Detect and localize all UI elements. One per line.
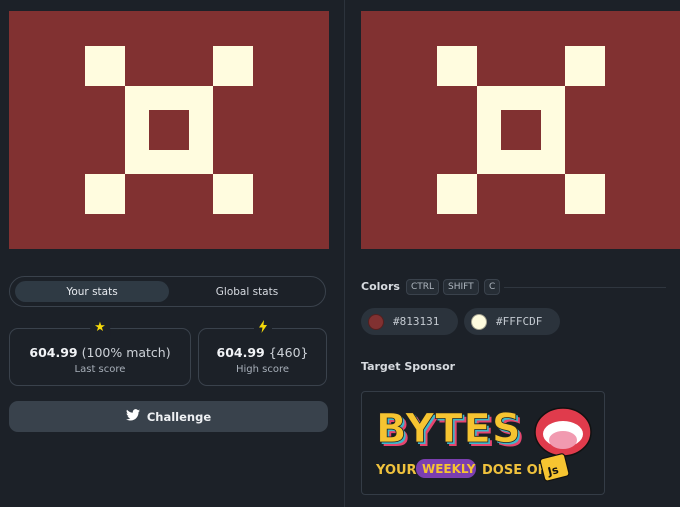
high-score-card: 604.99 {460} High score — [198, 320, 327, 386]
corner-square-bottom-right — [213, 174, 253, 214]
svg-text:WEEKLY: WEEKLY — [422, 462, 476, 476]
bytes-logo: BYTES BYTES BYTES YOUR WEEKLY DOSE OF Js — [375, 406, 592, 482]
lightning-icon — [253, 320, 272, 338]
twitter-icon — [125, 409, 140, 424]
corner-square-top-right — [565, 46, 605, 86]
challenge-button[interactable]: Challenge — [9, 401, 328, 432]
high-score-caption: High score — [235, 364, 290, 375]
colors-heading: Colors — [361, 280, 400, 293]
target-image — [361, 11, 680, 249]
svg-text:DOSE OF: DOSE OF — [482, 463, 547, 478]
swatch-dot — [368, 313, 384, 330]
corner-square-bottom-right — [565, 174, 605, 214]
high-score-value: 604.99 {460} — [216, 345, 309, 360]
corner-square-top-left — [437, 46, 477, 86]
svg-text:YOUR: YOUR — [375, 463, 417, 478]
shortcut-key-c: C — [484, 279, 501, 295]
shortcut-key-ctrl: CTRL — [406, 279, 440, 295]
colors-divider — [504, 287, 666, 288]
last-score-caption: Last score — [74, 364, 126, 375]
color-swatch-red[interactable]: #813131 — [361, 308, 458, 335]
output-preview — [9, 11, 329, 249]
sponsor-heading: Target Sponsor — [361, 360, 456, 373]
challenge-label: Challenge — [146, 409, 212, 424]
center-hole — [501, 110, 541, 150]
star-icon: ★ — [90, 320, 110, 336]
corner-square-bottom-left — [85, 174, 125, 214]
svg-text:BYTES: BYTES — [376, 406, 522, 452]
shortcut-key-shift: SHIFT — [443, 279, 479, 295]
panel-divider — [344, 0, 345, 507]
tab-global-stats[interactable]: Global stats — [172, 281, 322, 302]
swatch-hex: #813131 — [393, 315, 440, 328]
stats-tabs: Your stats Global stats — [9, 276, 326, 307]
corner-square-bottom-left — [437, 174, 477, 214]
corner-square-top-right — [213, 46, 253, 86]
color-swatch-cream[interactable]: #FFFCDF — [464, 308, 560, 335]
center-hole — [149, 110, 189, 150]
tab-your-stats[interactable]: Your stats — [15, 281, 169, 302]
swatch-hex: #FFFCDF — [496, 315, 543, 328]
last-score-card: ★ 604.99 (100% match) Last score — [9, 320, 191, 386]
swatch-dot — [471, 313, 487, 330]
last-score-value: 604.99 (100% match) — [29, 345, 171, 360]
corner-square-top-left — [85, 46, 125, 86]
sponsor-banner[interactable]: BYTES BYTES BYTES YOUR WEEKLY DOSE OF Js — [361, 391, 605, 495]
